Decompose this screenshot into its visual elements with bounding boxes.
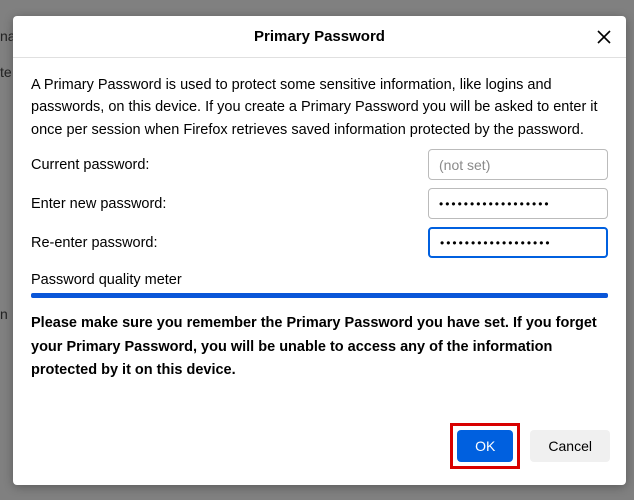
new-password-row: Enter new password: bbox=[31, 188, 608, 219]
reenter-password-label: Re-enter password: bbox=[31, 235, 158, 251]
current-password-row: Current password: bbox=[31, 149, 608, 180]
new-password-input[interactable] bbox=[428, 188, 608, 219]
dialog-footer: OK Cancel bbox=[13, 415, 626, 485]
warning-text: Please make sure you remember the Primar… bbox=[31, 312, 608, 382]
intro-text: A Primary Password is used to protect so… bbox=[31, 74, 608, 141]
reenter-password-row: Re-enter password: bbox=[31, 227, 608, 258]
dialog-title: Primary Password bbox=[254, 28, 385, 45]
ok-button[interactable]: OK bbox=[457, 430, 513, 462]
password-quality-meter bbox=[31, 293, 608, 298]
background-text: n bbox=[0, 306, 8, 322]
close-icon bbox=[597, 30, 611, 44]
primary-password-dialog: Primary Password A Primary Password is u… bbox=[13, 16, 626, 485]
dialog-body: A Primary Password is used to protect so… bbox=[13, 58, 626, 415]
ok-button-highlight: OK bbox=[450, 423, 520, 469]
new-password-label: Enter new password: bbox=[31, 196, 166, 212]
dialog-header: Primary Password bbox=[13, 16, 626, 58]
background-text: te bbox=[0, 64, 12, 80]
password-quality-label: Password quality meter bbox=[31, 272, 608, 288]
current-password-label: Current password: bbox=[31, 157, 149, 173]
reenter-password-input[interactable] bbox=[428, 227, 608, 258]
close-button[interactable] bbox=[594, 27, 614, 47]
cancel-button[interactable]: Cancel bbox=[530, 430, 610, 462]
current-password-input[interactable] bbox=[428, 149, 608, 180]
